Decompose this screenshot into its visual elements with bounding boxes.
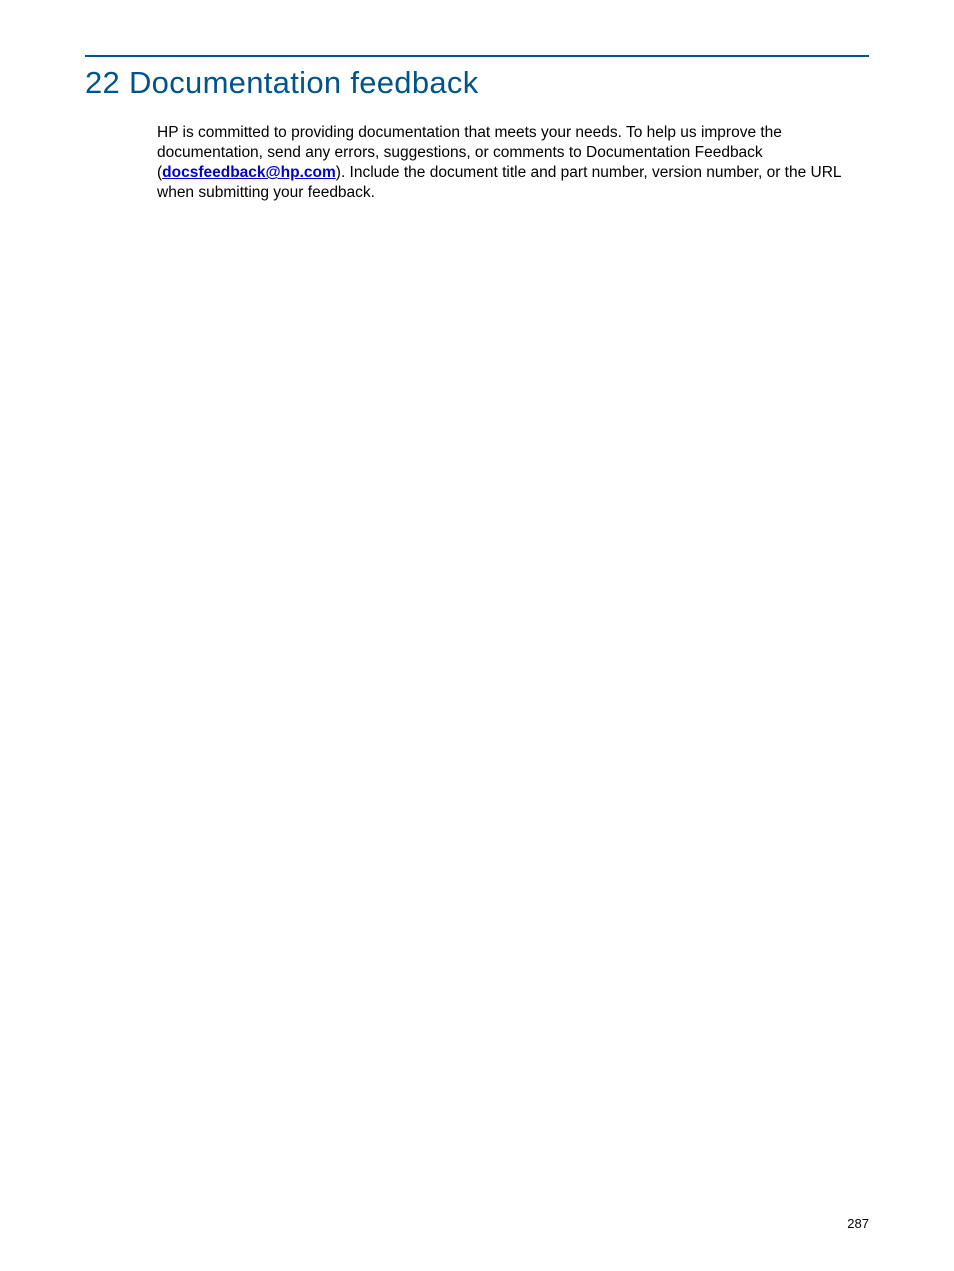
chapter-heading: 22 Documentation feedback	[85, 65, 869, 101]
document-page: 22 Documentation feedback HP is committe…	[0, 0, 954, 1271]
page-number: 287	[847, 1216, 869, 1231]
feedback-email-link[interactable]: docsfeedback@hp.com	[162, 164, 336, 181]
body-paragraph: HP is committed to providing documentati…	[157, 123, 869, 204]
heading-rule	[85, 55, 869, 57]
